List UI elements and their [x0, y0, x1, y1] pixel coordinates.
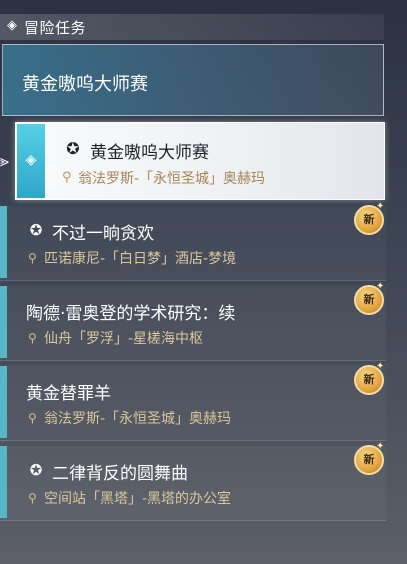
- mission-location: 仙舟「罗浮」-星槎海中枢: [44, 331, 204, 347]
- mission-card-bar: [0, 366, 7, 438]
- mission-title: 陶德·雷奥登的学术研究：续: [26, 304, 236, 324]
- sparkle-icon: ✦: [376, 201, 385, 212]
- mission-card-bar: [0, 446, 7, 518]
- selected-mission-title: 黄金嗷呜大师赛: [90, 143, 209, 163]
- sparkle-icon: ✦: [376, 441, 385, 452]
- mission-location: 翁法罗斯-「永恒圣城」奥赫玛: [44, 411, 232, 427]
- mission-card-bar: [0, 206, 7, 278]
- banner-title: 黄金嗷呜大师赛: [22, 74, 148, 95]
- mission-card-bar: [0, 286, 7, 358]
- selection-pointer-icon: ⪢: [0, 151, 10, 170]
- mission-title: 黄金替罪羊: [26, 384, 111, 404]
- sparkle-icon: ✦: [376, 281, 385, 292]
- mission-type-icon: ✪: [29, 221, 43, 239]
- mission-type-icon: ✪: [29, 461, 43, 479]
- location-pin-icon: ⚲: [28, 411, 37, 425]
- sparkle-icon: ✦: [376, 361, 385, 372]
- mission-title: 二律背反的圆舞曲: [52, 464, 188, 484]
- mission-title: 不过一晌贪欢: [52, 224, 154, 244]
- location-pin-icon: ⚲: [28, 251, 37, 265]
- location-pin-icon: ⚲: [28, 491, 37, 505]
- location-pin-icon: ⚲: [62, 170, 72, 185]
- selected-mission-location: 翁法罗斯-「永恒圣城」奥赫玛: [78, 171, 266, 187]
- mission-type-icon: ✪: [66, 139, 80, 158]
- mission-location: 空间站「黑塔」-黑塔的办公室: [44, 491, 232, 507]
- location-pin-icon: ⚲: [28, 331, 37, 345]
- diamond-icon: ◈: [7, 18, 17, 33]
- mission-location: 匹诺康尼-「白日梦」酒店-梦境: [44, 251, 237, 267]
- selected-diamond-icon: ◈: [25, 152, 37, 168]
- section-title: 冒险任务: [24, 19, 87, 37]
